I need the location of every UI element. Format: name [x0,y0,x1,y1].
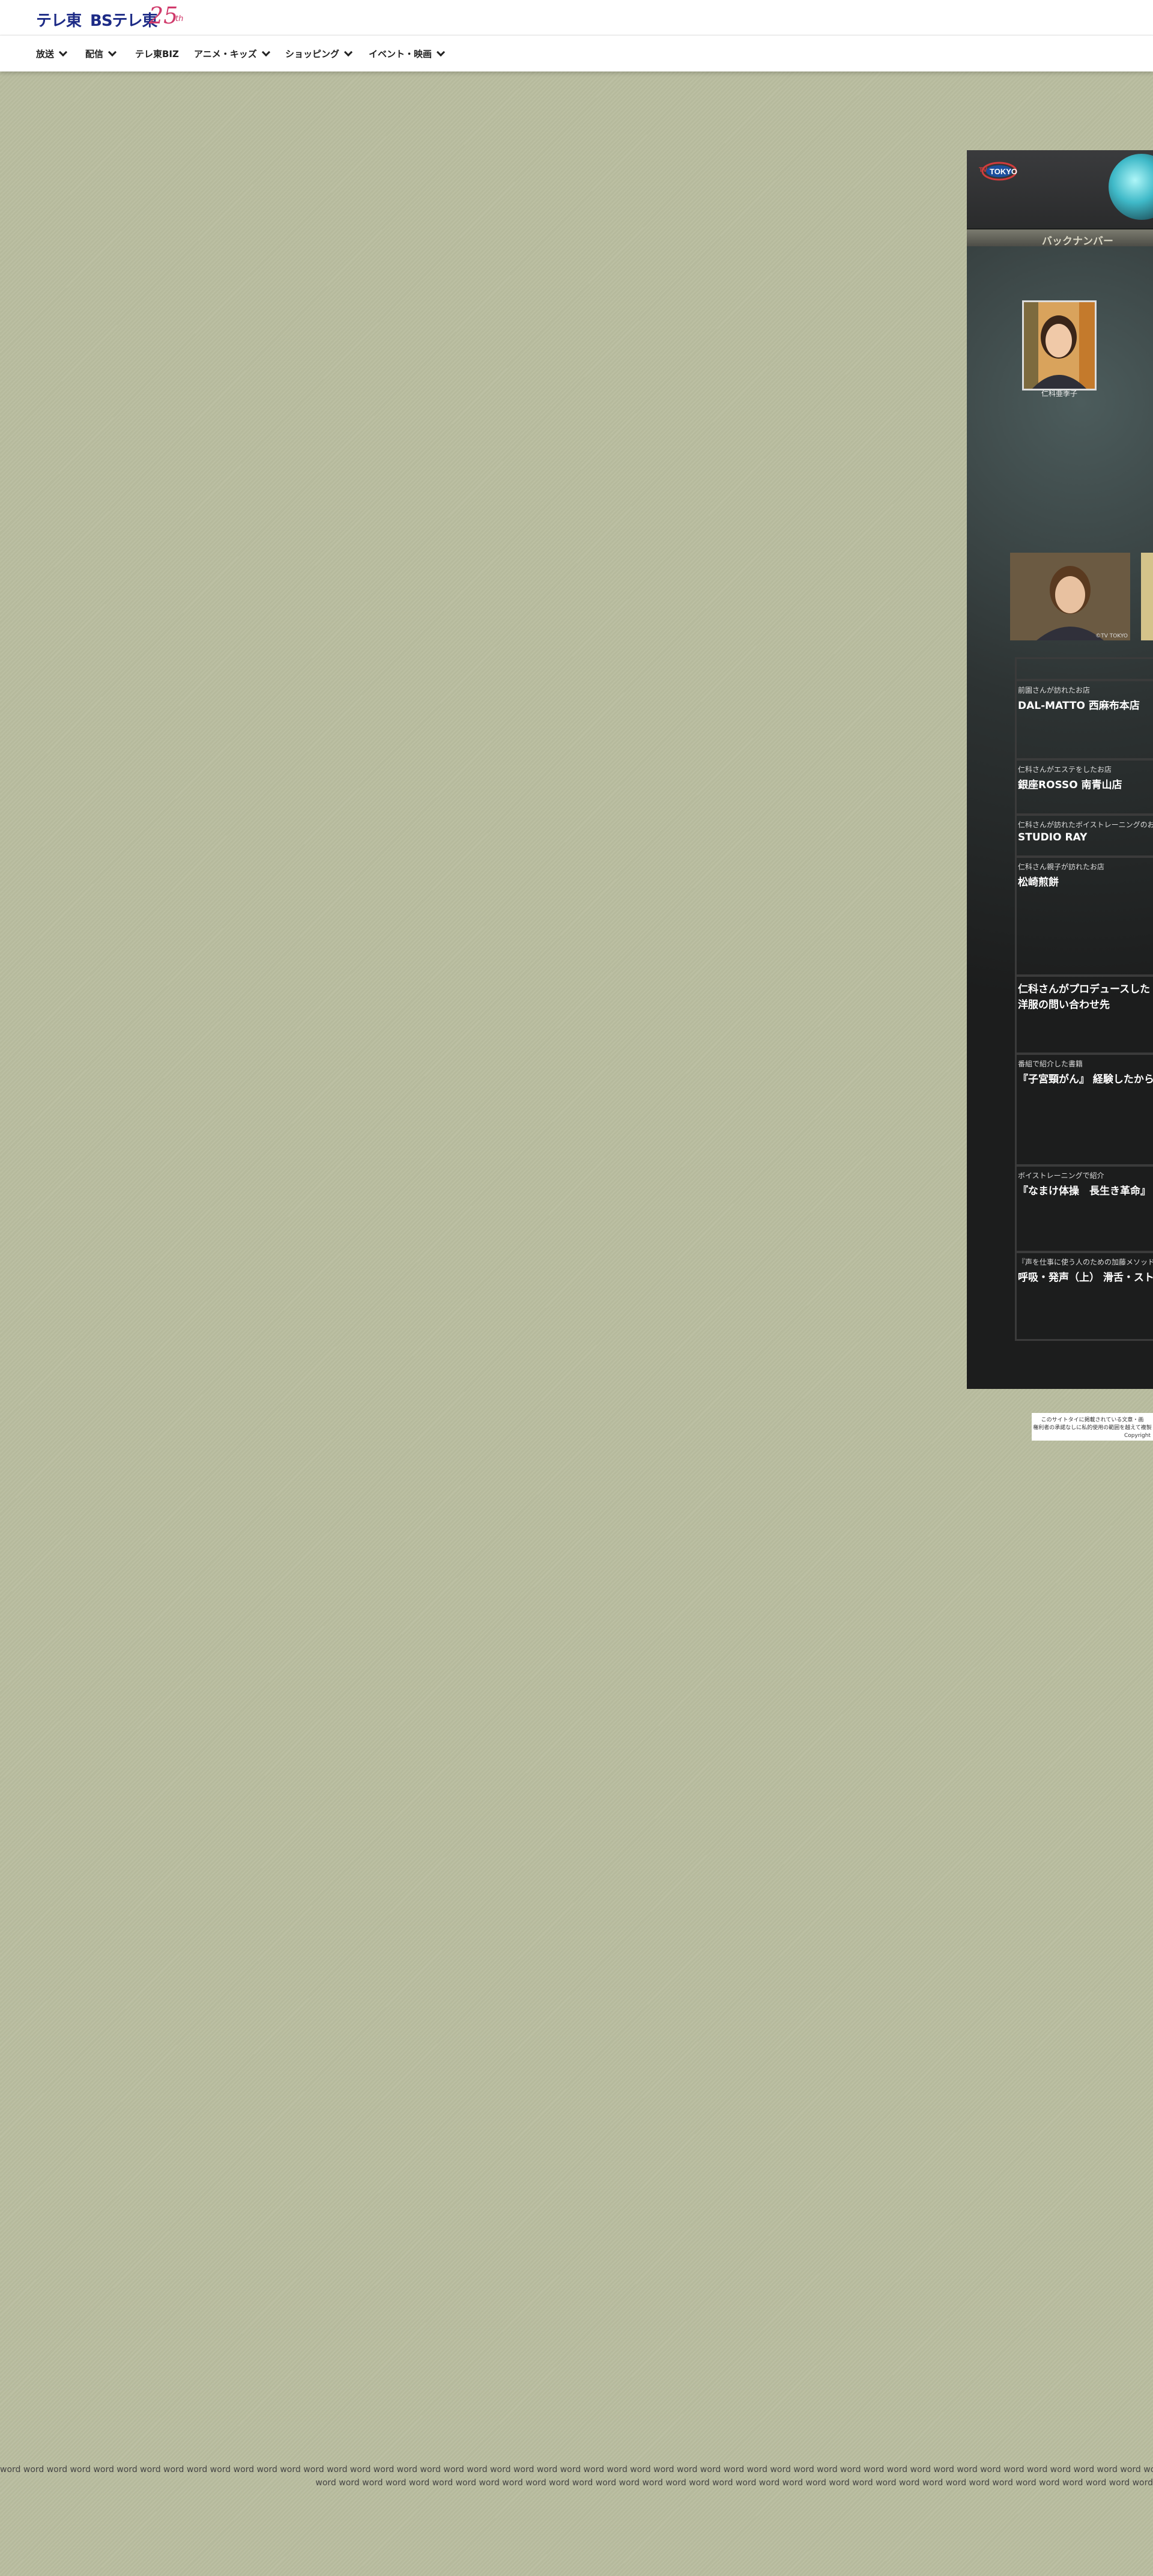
svg-text:TV: TV [979,166,988,174]
nav-item-label: 配信 [85,49,104,59]
entry-title: 『子宮頸がん』 経験したからこ [1018,1074,1153,1086]
backnumber-tab[interactable]: バックナンバー [967,229,1153,248]
entry-title: 『なまけ体操 長生き革命』 [1018,1185,1151,1197]
logo-bs-text: BSテレ東 [90,12,158,30]
entry-subtitle: ボイストレーニングで紹介 [1018,1171,1104,1180]
entry-subtitle: 『声を仕事に使う人のための加藤メソッド [1018,1258,1153,1266]
program-crest-icon [1109,154,1153,220]
list-item[interactable]: 仁科さんが訪れたボイストレーニングのお STUDIO RAY [1015,813,1153,855]
nav-item-shopping[interactable]: ショッピング [285,47,353,60]
entry-title: DAL-MATTO 西麻布本店 [1018,700,1140,712]
filler-text: word word word word word word word word … [0,2463,1153,2489]
list-item[interactable]: 番組で紹介した書籍 『子宮頸がん』 経験したからこ [1015,1053,1153,1164]
logo-25-text: 25 [149,2,178,29]
global-nav: 放送 配信 テレ東BIZ アニメ・キッズ ショッピング イベント・映画 [0,35,1153,71]
nav-item-label: テレ東BIZ [135,49,179,59]
list-item[interactable]: 『声を仕事に使う人のための加藤メソッド 呼吸・発声（上） 滑舌・ストレ・ [1015,1251,1153,1341]
entry-title: STUDIO RAY [1018,831,1088,843]
list-item[interactable]: 仁科さんがエステをしたお店 銀座ROSSO 南青山店 [1015,758,1153,813]
entry-subtitle: 仁科さん親子が訪れたお店 [1018,863,1105,871]
portrait-image [1024,302,1095,389]
nav-item-events-movies[interactable]: イベント・映画 [369,47,446,60]
chevron-down-icon [436,47,446,57]
program-panel: TV TOKYO バックナンバー 仁科亜季子 ©TV TOKYO 前園さんが訪れ… [967,150,1153,1389]
photo-copyright: ©TV TOKYO [1095,633,1128,639]
filler-line-2: word word word word word word word word … [315,2478,1153,2488]
chevron-down-icon [261,47,270,57]
tv-tokyo-logo-icon[interactable]: TV TOKYO [975,161,1017,181]
nav-item-streaming[interactable]: 配信 [85,47,117,60]
entry-title: 銀座ROSSO 南青山店 [1018,779,1122,791]
entry-title: 呼吸・発声（上） 滑舌・ストレ・ [1018,1272,1153,1284]
nav-item-label: ショッピング [285,49,340,59]
nav-item-label: イベント・映画 [369,49,432,59]
site-header: テレ東 BSテレ東 25 th [0,0,1153,35]
copyright-line-3: Copyright [1124,1433,1151,1439]
entry-subtitle: 仁科さんが訪れたボイストレーニングのお [1018,821,1153,829]
panel-header: TV TOKYO [967,150,1153,228]
chevron-down-icon [343,47,353,57]
entry-subtitle: 前園さんが訪れたお店 [1018,686,1091,694]
entry-title: 仁科さんがプロデュースした 洋服の問い合わせ先 [1018,983,1151,1011]
guest-photo-image [1010,553,1130,640]
copyright-line-2: 権利者の承諾なしに私的使用の範囲を越えて複製 [1033,1425,1152,1431]
entry-subtitle: 番組で紹介した書籍 [1018,1060,1083,1068]
guest-photo[interactable]: ©TV TOKYO [1010,553,1130,640]
svg-text:TOKYO: TOKYO [990,167,1017,176]
copyright-notice: このサイトタイに掲載されている文章・画 権利者の承諾なしに私的使用の範囲を越えて… [1032,1413,1153,1441]
list-item[interactable]: 前園さんが訪れたお店 DAL-MATTO 西麻布本店 [1015,679,1153,758]
chevron-down-icon [58,47,68,57]
entry-title: 松崎煎餅 [1018,876,1059,889]
guest-portrait[interactable] [1022,300,1097,390]
backnumber-label: バックナンバー [1042,235,1113,248]
entry-subtitle: 仁科さんがエステをしたお店 [1018,765,1112,774]
list-item[interactable]: 仁科さん親子が訪れたお店 松崎煎餅 [1015,855,1153,974]
copyright-line-1: このサイトタイに掲載されている文章・画 [1041,1417,1144,1423]
nav-item-label: 放送 [36,49,55,59]
guest-photo-2[interactable] [1141,553,1153,640]
nav-item-broadcast[interactable]: 放送 [36,47,68,60]
nav-item-label: アニメ・キッズ [194,49,257,59]
logo-th-text: th [175,14,184,23]
list-item[interactable]: ボイストレーニングで紹介 『なまけ体操 長生き革命』 [1015,1164,1153,1251]
portrait-caption: 仁科亜季子 [1041,389,1077,398]
chevron-down-icon [107,47,117,57]
nav-item-anime-kids[interactable]: アニメ・キッズ [194,47,270,60]
nav-item-biz[interactable]: テレ東BIZ [135,47,179,60]
filler-line-1: word word word word word word word word … [0,2465,1153,2474]
logo-tx-text: テレ東 [36,12,82,30]
list-item[interactable]: 仁科さんがプロデュースした 洋服の問い合わせ先 [1015,974,1153,1053]
